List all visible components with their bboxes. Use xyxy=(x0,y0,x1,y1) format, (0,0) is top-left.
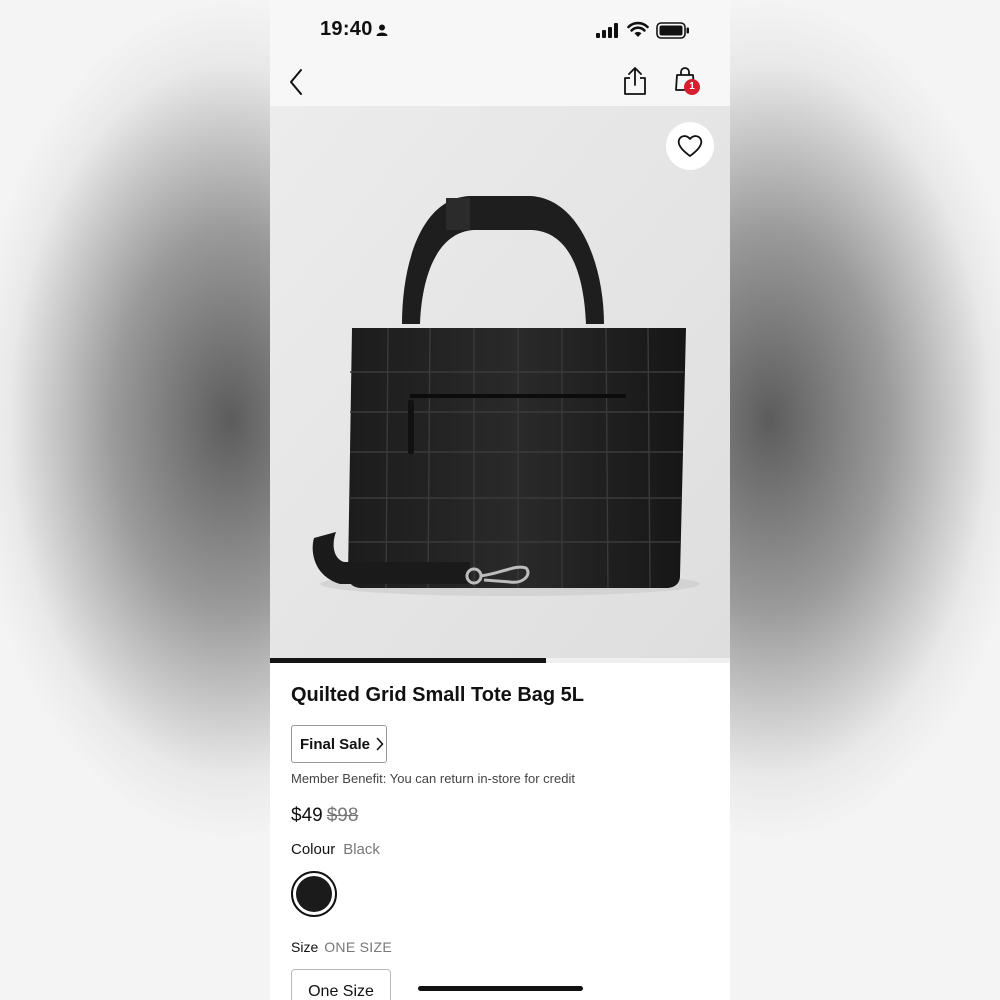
back-icon[interactable] xyxy=(288,68,306,96)
battery-icon xyxy=(656,22,689,39)
navigation-bar: 1 xyxy=(270,60,730,107)
heart-icon xyxy=(677,135,703,157)
chevron-right-icon xyxy=(376,737,384,751)
final-sale-label: Final Sale xyxy=(300,735,371,753)
person-icon xyxy=(376,24,388,36)
sale-price: $49 xyxy=(291,805,323,826)
colour-swatch-fill xyxy=(296,876,332,912)
carousel-progress-fill xyxy=(270,658,546,663)
original-price: $98 xyxy=(326,805,359,826)
background-right xyxy=(730,0,1000,1000)
wifi-icon xyxy=(627,21,649,37)
colour-label: Colour xyxy=(291,841,336,858)
image-carousel-progress xyxy=(270,658,730,663)
size-value: ONE SIZE xyxy=(324,939,392,955)
phone-screen: 19:40 1 Quilted Grid Small Tote Bag 5L F… xyxy=(270,0,730,1000)
member-benefit-text: Member Benefit: You can return in-store … xyxy=(291,771,575,786)
home-indicator[interactable] xyxy=(418,986,583,991)
tote-bag-illustration xyxy=(270,106,730,658)
background-left xyxy=(0,0,270,1000)
status-time: 19:40 xyxy=(320,18,373,40)
status-bar: 19:40 xyxy=(270,0,730,60)
final-sale-button[interactable]: Final Sale xyxy=(291,725,387,763)
size-option-button[interactable]: One Size xyxy=(291,969,391,1000)
product-image[interactable] xyxy=(270,106,730,658)
colour-value: Black xyxy=(343,841,380,858)
wishlist-button[interactable] xyxy=(666,122,714,170)
price: $49 $98 xyxy=(291,805,358,827)
signal-icon xyxy=(596,23,618,38)
product-title: Quilted Grid Small Tote Bag 5L xyxy=(291,684,584,706)
colour-swatch-black[interactable] xyxy=(291,871,337,917)
cart-count-badge: 1 xyxy=(684,79,700,95)
colour-row: Colour Black xyxy=(291,841,380,858)
size-row: Size ONE SIZE xyxy=(291,939,392,955)
size-label: Size xyxy=(291,939,319,955)
share-icon[interactable] xyxy=(622,66,648,96)
